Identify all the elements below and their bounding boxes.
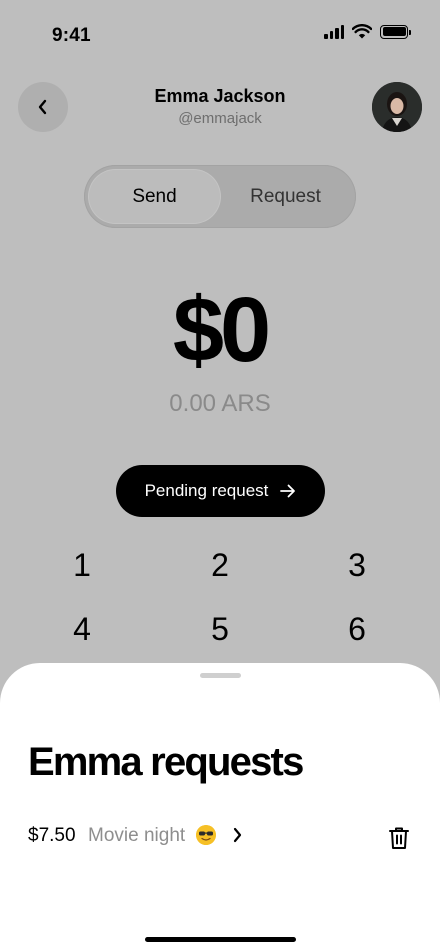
status-bar: 9:41 <box>0 0 440 64</box>
status-icons <box>324 24 411 39</box>
status-time: 9:41 <box>52 25 91 46</box>
amount-display: $0 <box>172 279 271 381</box>
tab-send[interactable]: Send <box>89 170 220 223</box>
cellular-signal-icon <box>324 24 344 39</box>
tab-request[interactable]: Request <box>220 170 351 223</box>
arrow-right-icon <box>280 484 296 498</box>
wifi-icon <box>352 24 372 39</box>
sheet-grabber[interactable] <box>200 673 241 678</box>
trash-icon[interactable] <box>388 826 410 850</box>
keypad-key-6[interactable]: 6 <box>317 611 397 648</box>
sheet-title: Emma requests <box>28 740 304 784</box>
chevron-right-icon <box>233 827 242 843</box>
pending-request-button[interactable]: Pending request <box>116 465 325 517</box>
keypad-key-5[interactable]: 5 <box>180 611 260 648</box>
avatar[interactable] <box>372 82 422 132</box>
requests-sheet: Emma requests $7.50 Movie night <box>0 663 440 952</box>
pending-request-label: Pending request <box>144 481 269 500</box>
request-note: Movie night <box>88 825 186 846</box>
home-indicator <box>145 937 296 942</box>
keypad-key-2[interactable]: 2 <box>180 547 260 584</box>
keypad-key-3[interactable]: 3 <box>317 547 397 584</box>
keypad-key-4[interactable]: 4 <box>42 611 122 648</box>
sunglasses-emoji-icon <box>196 825 216 845</box>
request-amount: $7.50 <box>28 825 76 846</box>
request-row[interactable]: $7.50 Movie night <box>0 821 440 851</box>
battery-icon <box>380 24 411 39</box>
keypad-key-1[interactable]: 1 <box>42 547 122 584</box>
send-request-toggle: Send Request <box>84 165 356 228</box>
converted-amount: 0.00 ARS <box>169 390 271 417</box>
avatar-photo <box>372 82 422 132</box>
